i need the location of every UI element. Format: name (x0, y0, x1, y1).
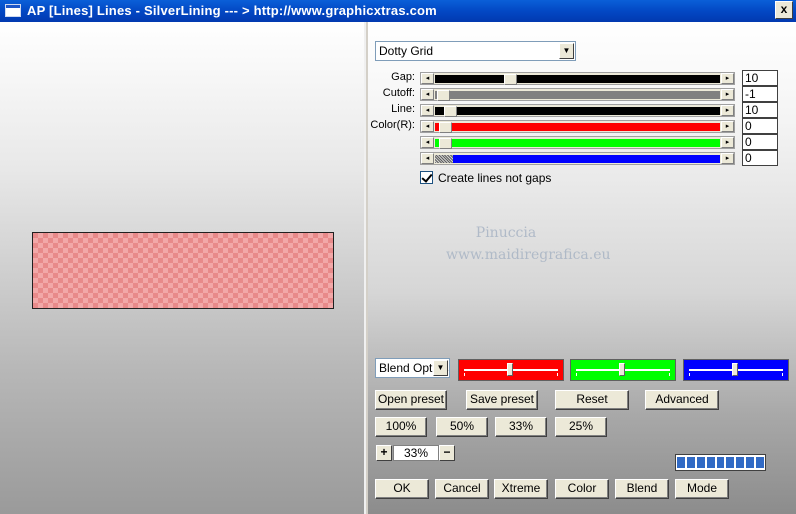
controls-pane: Dotty Grid ▼ Gap: ◂ ▸ 10 Cutoff: ◂ ▸ -1 Line: ◂ ▸ 1… (368, 22, 796, 514)
color-b-slider[interactable]: ◂ ▸ (420, 152, 735, 165)
progress-segment (677, 457, 685, 468)
arrow-right-icon[interactable]: ▸ (721, 105, 734, 116)
zoom-level-field[interactable]: 33% (393, 445, 439, 461)
blend-button[interactable]: Blend (615, 479, 669, 499)
watermark: Pinuccia www.maidiregrafica.eu (446, 222, 611, 266)
color-b-value-field[interactable]: 0 (742, 150, 778, 166)
color-button[interactable]: Color (555, 479, 609, 499)
chevron-down-icon[interactable]: ▼ (433, 360, 448, 376)
green-color-slider[interactable] (570, 359, 676, 381)
arrow-right-icon[interactable]: ▸ (721, 73, 734, 84)
progress-segment (726, 457, 735, 468)
color-r-slider[interactable]: ◂ ▸ (420, 120, 735, 133)
preset-select[interactable]: Dotty Grid ▼ (375, 41, 576, 61)
arrow-left-icon[interactable]: ◂ (421, 153, 434, 164)
watermark-line1: Pinuccia (475, 225, 537, 241)
line-label: Line: (391, 103, 415, 115)
arrow-left-icon[interactable]: ◂ (421, 121, 434, 132)
arrow-right-icon[interactable]: ▸ (721, 153, 734, 164)
cutoff-label: Cutoff: (382, 87, 415, 99)
color-g-value-field[interactable]: 0 (742, 134, 778, 150)
ok-button[interactable]: OK (375, 479, 429, 499)
progress-segment (746, 457, 755, 468)
create-lines-checkbox[interactable] (420, 171, 433, 185)
close-button[interactable]: x (775, 1, 793, 19)
color-r-value-field[interactable]: 0 (742, 118, 778, 134)
watermark-line2: www.maidiregrafica.eu (446, 247, 611, 263)
progress-segment (686, 457, 695, 468)
zoom-25-button[interactable]: 25% (555, 417, 607, 437)
preset-select-value: Dotty Grid (379, 44, 434, 58)
cancel-button[interactable]: Cancel (435, 479, 489, 499)
green-color-knob[interactable] (619, 363, 625, 376)
arrow-left-icon[interactable]: ◂ (421, 89, 434, 100)
progress-segment (716, 457, 725, 468)
red-color-slider[interactable] (458, 359, 564, 381)
cutoff-value-field[interactable]: -1 (742, 86, 778, 102)
progress-segment (706, 457, 715, 468)
color-g-track[interactable] (435, 138, 720, 149)
arrow-right-icon[interactable]: ▸ (721, 89, 734, 100)
arrow-left-icon[interactable]: ◂ (421, 137, 434, 148)
progress-segment (696, 457, 705, 468)
reset-button[interactable]: Reset (555, 390, 629, 410)
blue-color-slider[interactable] (683, 359, 789, 381)
arrow-left-icon[interactable]: ◂ (421, 73, 434, 84)
mode-button[interactable]: Mode (675, 479, 729, 499)
gap-label: Gap: (391, 71, 415, 83)
preview-image[interactable] (32, 232, 334, 309)
gap-slider[interactable]: ◂ ▸ (420, 72, 735, 85)
window-title: AP [Lines] Lines - SilverLining --- > ht… (27, 3, 437, 18)
arrow-right-icon[interactable]: ▸ (721, 121, 734, 132)
gap-value-field[interactable]: 10 (742, 70, 778, 86)
red-color-knob[interactable] (507, 363, 513, 376)
line-thumb[interactable] (444, 106, 457, 117)
zoom-out-button[interactable]: − (439, 445, 455, 461)
color-b-track[interactable] (435, 155, 720, 163)
zoom-100-button[interactable]: 100% (375, 417, 427, 437)
zoom-50-button[interactable]: 50% (436, 417, 488, 437)
advanced-button[interactable]: Advanced (645, 390, 719, 410)
app-window-icon (5, 4, 21, 17)
progress-indicator (675, 454, 766, 471)
progress-segment (756, 457, 765, 468)
zoom-in-button[interactable]: + (376, 445, 392, 461)
gap-track[interactable] (435, 74, 720, 85)
create-lines-checkbox-row[interactable]: Create lines not gaps (420, 170, 552, 185)
save-preset-button[interactable]: Save preset (466, 390, 538, 410)
color-g-thumb[interactable] (439, 138, 452, 149)
color-r-label: Color(R): (370, 119, 415, 131)
chevron-down-icon[interactable]: ▼ (559, 43, 574, 59)
line-track[interactable] (435, 106, 720, 117)
cutoff-slider[interactable]: ◂ ▸ (420, 88, 735, 101)
gap-thumb[interactable] (504, 74, 517, 85)
preview-pane (0, 22, 366, 514)
arrow-left-icon[interactable]: ◂ (421, 105, 434, 116)
blend-options-select[interactable]: Blend Options ▼ (375, 358, 450, 378)
blue-color-knob[interactable] (732, 363, 738, 376)
color-r-track[interactable] (435, 122, 720, 133)
color-r-thumb[interactable] (439, 122, 452, 133)
progress-segment (736, 457, 745, 468)
title-bar: AP [Lines] Lines - SilverLining --- > ht… (0, 0, 796, 22)
create-lines-label: Create lines not gaps (438, 170, 552, 185)
open-preset-button[interactable]: Open preset (375, 390, 447, 410)
zoom-33-button[interactable]: 33% (495, 417, 547, 437)
xtreme-button[interactable]: Xtreme (494, 479, 548, 499)
cutoff-track[interactable] (435, 90, 720, 101)
line-value-field[interactable]: 10 (742, 102, 778, 118)
dither-pattern (435, 155, 453, 163)
cutoff-thumb[interactable] (437, 90, 450, 101)
color-g-slider[interactable]: ◂ ▸ (420, 136, 735, 149)
line-slider[interactable]: ◂ ▸ (420, 104, 735, 117)
arrow-right-icon[interactable]: ▸ (721, 137, 734, 148)
